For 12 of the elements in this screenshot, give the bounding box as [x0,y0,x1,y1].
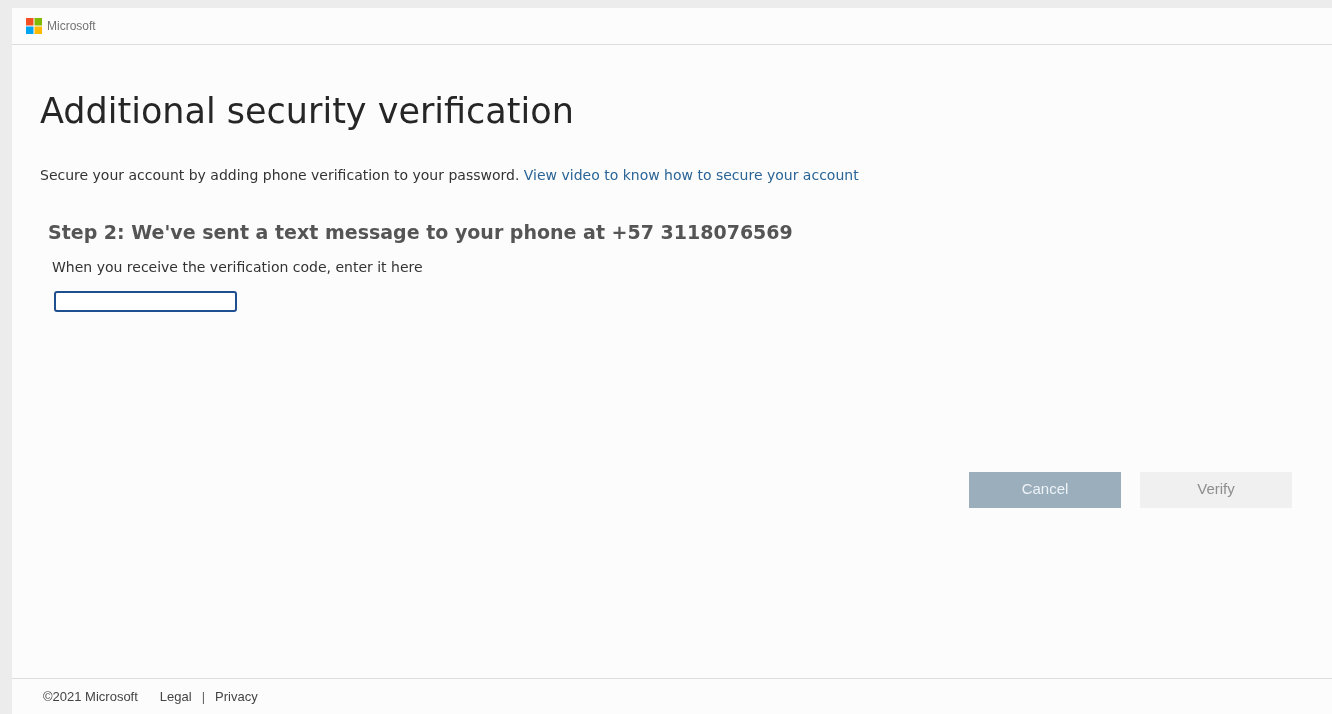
intro-text: Secure your account by adding phone verification to your password. View video to know how to secure your account [40,166,859,185]
copyright-text: ©2021 Microsoft [43,687,138,706]
step-heading: Step 2: We've sent a text message to your phone at +57 3118076569 [48,220,793,245]
field-label: When you receive the verification code, enter it here [52,257,423,277]
privacy-link[interactable]: Privacy [215,686,258,707]
separator: | [201,687,206,706]
page-title: Additional security verification [40,90,574,133]
code-field[interactable] [54,290,237,312]
video-link[interactable]: View video to know how to secure your account [523,167,859,183]
brand-name: Microsoft [47,18,96,35]
legal-link[interactable]: Legal [159,686,192,707]
logo-icon [26,18,42,34]
